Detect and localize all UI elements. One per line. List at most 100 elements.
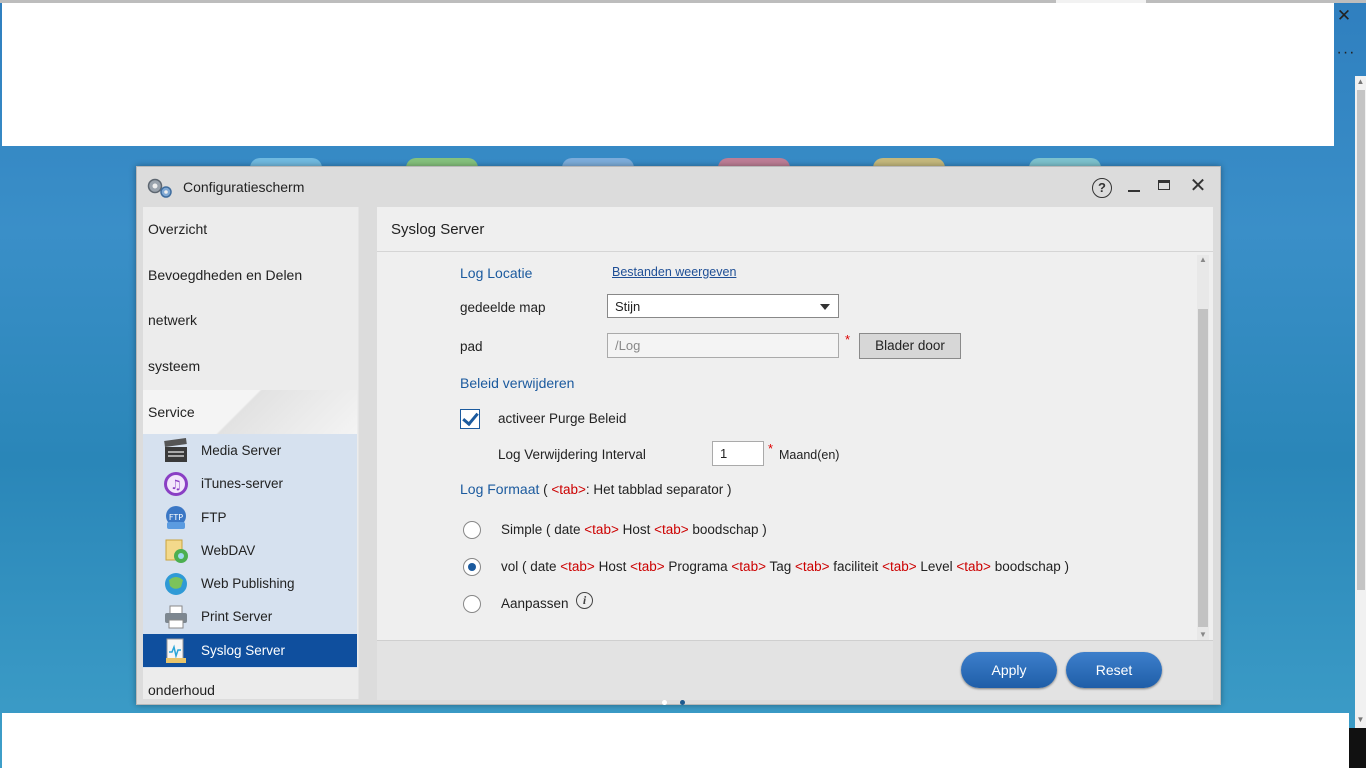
browse-button[interactable]: Blader door [859, 333, 961, 359]
svg-text:♫: ♫ [170, 478, 182, 493]
log-location-heading: Log Locatie [460, 265, 533, 281]
format-full-text: faciliteit [829, 559, 883, 574]
tab-token: <tab> [731, 559, 766, 574]
format-full-text: boodschap ) [990, 559, 1070, 574]
subitem-label: Web Publishing [201, 576, 295, 591]
browser-scroll-up-icon[interactable]: ▲ [1355, 76, 1366, 88]
sidebar-scroll-down-icon[interactable]: ▼ [358, 685, 359, 697]
content-scroll-up-icon[interactable]: ▲ [1197, 255, 1209, 265]
sidebar-scrollbar[interactable] [358, 207, 359, 699]
format-full-text: Programa [664, 559, 732, 574]
web-publishing-icon [165, 573, 187, 595]
subitem-label: iTunes-server [201, 476, 284, 491]
taskbar-corner [1349, 728, 1366, 768]
sidebar-subitem-syslog-server[interactable]: Syslog Server [143, 634, 357, 667]
format-full-text: Tag [765, 559, 795, 574]
shared-folder-value: Stijn [615, 299, 641, 314]
reset-button[interactable]: Reset [1066, 652, 1162, 688]
log-format-heading-tag: <tab> [551, 482, 586, 497]
sidebar-item-overzicht[interactable]: Overzicht [143, 207, 357, 252]
tab-token: <tab> [956, 559, 991, 574]
path-label: pad [460, 339, 483, 354]
format-simple-radio[interactable] [463, 521, 481, 539]
purge-policy-label: activeer Purge Beleid [498, 411, 627, 426]
close-icon[interactable]: ✕ [1189, 176, 1207, 196]
format-full-text: Level [916, 559, 957, 574]
view-files-link[interactable]: Bestanden weergeven [612, 265, 736, 279]
tab-token: <tab> [882, 559, 917, 574]
sidebar-subitem-web-publishing[interactable]: Web Publishing [143, 567, 357, 600]
sidebar-subitem-itunes[interactable]: ♫ iTunes-server [143, 467, 357, 500]
browser-more-icon[interactable]: ··· [1334, 40, 1358, 66]
content-scroll-down-icon[interactable]: ▼ [1197, 630, 1209, 640]
format-full-text: Host [594, 559, 631, 574]
sidebar-item-onderhoud[interactable]: onderhoud [143, 668, 357, 699]
service-submenu: Media Server ♫ iTunes-server FTP FTP Web… [143, 434, 357, 668]
log-format-heading-text: Log Formaat [460, 481, 540, 497]
path-input[interactable]: /Log [607, 333, 839, 358]
window-titlebar[interactable]: Configuratiescherm ? ✕ [137, 167, 1220, 207]
page-indicator-dot[interactable] [680, 700, 685, 705]
interval-label: Log Verwijdering Interval [498, 447, 646, 462]
interval-unit: Maand(en) [779, 448, 840, 462]
minimize-icon[interactable] [1126, 177, 1142, 197]
content-scrollbar-thumb[interactable] [1198, 309, 1208, 627]
shared-folder-select[interactable]: Stijn [607, 294, 839, 318]
sidebar-item-netwerk[interactable]: netwerk [143, 298, 357, 343]
sidebar-subitem-print-server[interactable]: Print Server [143, 600, 357, 633]
delete-policy-heading: Beleid verwijderen [460, 375, 575, 391]
sidebar-scroll-up-icon[interactable]: ▲ [358, 207, 359, 219]
browser-overlay-top [2, 3, 1334, 146]
syslog-icon [166, 638, 186, 663]
sidebar-item-bevoegdheden[interactable]: Bevoegdheden en Delen [143, 253, 357, 298]
sidebar-subitem-webdav[interactable]: WebDAV [143, 534, 357, 567]
subitem-label: FTP [201, 510, 227, 525]
browser-scrollbar-thumb[interactable] [1357, 90, 1365, 590]
settings-content: Log Locatie Bestanden weergeven gedeelde… [377, 252, 1213, 640]
interval-input[interactable]: 1 [712, 441, 764, 466]
info-icon[interactable]: i [576, 592, 593, 609]
itunes-icon: ♫ [164, 472, 188, 496]
action-footer: Apply Reset [377, 640, 1213, 700]
page-indicator-dot[interactable] [662, 700, 667, 705]
control-panel-window: Configuratiescherm ? ✕ Overzicht Bevoegd… [136, 166, 1221, 705]
format-custom-radio[interactable] [463, 595, 481, 613]
tab-token: <tab> [584, 522, 619, 537]
ftp-icon: FTP [166, 506, 186, 529]
tab-token: <tab> [560, 559, 595, 574]
required-mark: * [845, 332, 851, 347]
browser-close-icon[interactable]: ✕ [1334, 3, 1354, 29]
browser-overlay-bottom [2, 713, 1349, 768]
sidebar-item-systeem[interactable]: systeem [143, 344, 357, 389]
page-title: Syslog Server [391, 221, 485, 238]
subitem-label: Syslog Server [201, 643, 286, 658]
subitem-label: WebDAV [201, 543, 256, 558]
browser-scroll-down-icon[interactable]: ▼ [1355, 714, 1366, 726]
sidebar-subitem-ftp[interactable]: FTP FTP [143, 501, 357, 534]
subitem-label: Media Server [201, 443, 282, 458]
format-full-label: vol ( date <tab> Host <tab> Programa <ta… [501, 559, 1069, 574]
purge-policy-checkbox[interactable] [460, 409, 480, 429]
sidebar-subitem-media-server[interactable]: Media Server [143, 434, 357, 467]
shared-folder-label: gedeelde map [460, 300, 546, 315]
log-format-heading: Log Formaat ( <tab>: Het tabblad separat… [460, 481, 732, 497]
format-full-radio[interactable] [463, 558, 481, 576]
svg-text:FTP: FTP [169, 513, 183, 522]
apply-button[interactable]: Apply [961, 652, 1057, 688]
media-server-icon [164, 438, 187, 462]
maximize-icon[interactable] [1158, 180, 1170, 190]
format-simple-text: Host [618, 522, 655, 537]
sidebar-item-service[interactable]: Service [143, 390, 357, 435]
window-title: Configuratiescherm [183, 179, 305, 195]
format-simple-text: Simple ( date [501, 522, 585, 537]
log-format-heading-rest: : Het tabblad separator ) [585, 482, 732, 497]
main-header: Syslog Server [377, 207, 1213, 252]
tab-token: <tab> [654, 522, 689, 537]
main-panel: Syslog Server Log Locatie Bestanden weer… [377, 207, 1213, 700]
gear-icon [147, 178, 172, 198]
help-icon[interactable]: ? [1092, 178, 1112, 198]
tab-token: <tab> [795, 559, 830, 574]
format-simple-text: boodschap ) [688, 522, 767, 537]
tab-token: <tab> [630, 559, 665, 574]
printer-icon [165, 605, 187, 629]
